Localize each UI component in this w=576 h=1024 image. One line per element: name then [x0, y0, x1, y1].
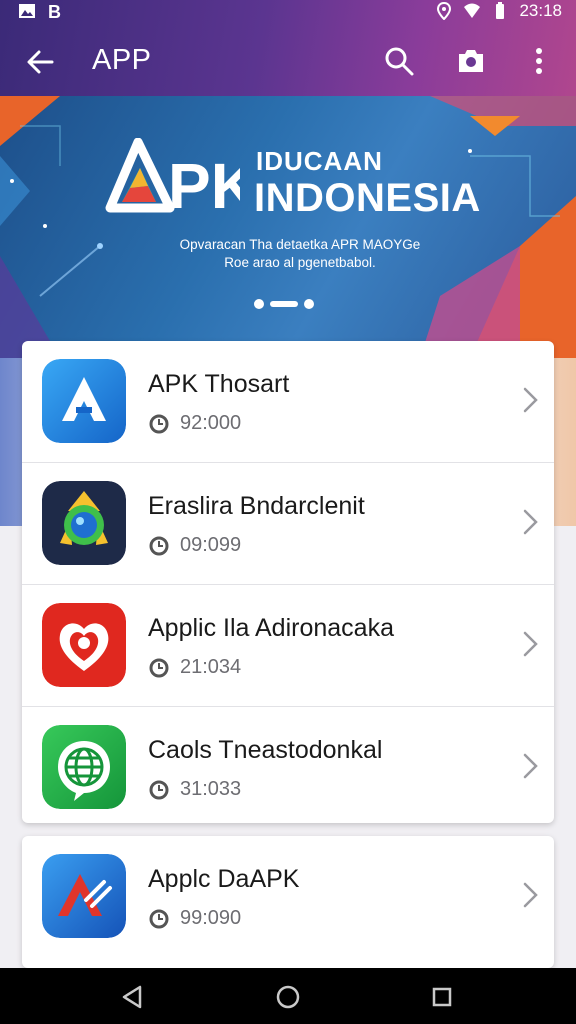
banner-headline: INDONESIA: [254, 176, 481, 220]
app-name: Applc DaAPK: [148, 865, 300, 893]
app-meta: 21:034: [148, 656, 241, 679]
app-name: Applic Ila Adironacaka: [148, 614, 394, 642]
app-name: APK Thosart: [148, 370, 290, 398]
banner-background-graphic: [0, 96, 576, 358]
clock-icon: [149, 658, 169, 677]
app-meta: 99:090: [148, 907, 241, 930]
apk-a-icon: [42, 854, 126, 938]
chevron-right-icon: [523, 753, 538, 779]
status-time: 23:18: [519, 1, 562, 20]
clock-icon: [149, 414, 169, 433]
system-nav-bar: [0, 968, 576, 1024]
banner-description-line: Roe arao al pgenetbabol.: [224, 255, 376, 270]
camera-icon[interactable]: [454, 44, 488, 78]
clock-icon: [149, 536, 169, 555]
list-item[interactable]: Caols Tneastodonkal 31:033: [22, 707, 554, 823]
banner-subhead: IDUCAAN: [256, 146, 383, 176]
list-item[interactable]: APK Thosart 92:000: [22, 341, 554, 463]
chevron-right-icon: [523, 882, 538, 908]
wifi-icon: [464, 3, 481, 18]
carousel-dot[interactable]: [304, 299, 314, 309]
android-eye-icon: [42, 481, 126, 565]
promo-banner[interactable]: PK IDUCAAN INDONESIA Opvaracan Tha detae…: [0, 96, 576, 358]
globe-icon: [42, 725, 126, 809]
list-item[interactable]: Applc DaAPK 99:090: [22, 836, 554, 957]
app-name: Caols Tneastodonkal: [148, 736, 383, 764]
page-title: APP: [92, 44, 152, 76]
apk-store-icon: [42, 359, 126, 443]
location-icon: [437, 2, 452, 20]
app-meta-value: 09:099: [180, 534, 242, 556]
banner-description: Opvaracan Tha detaetka APR MAOYGe Roe ar…: [150, 236, 450, 272]
banner-description-line: Opvaracan Tha detaetka APR MAOYGe: [179, 237, 421, 252]
app-meta-value: 92:000: [180, 412, 242, 434]
app-meta: 09:099: [148, 534, 241, 557]
heart-shield-icon: [42, 603, 126, 687]
back-triangle-icon[interactable]: [118, 982, 148, 1012]
gallery-icon: [19, 4, 35, 18]
carousel-dot-active[interactable]: [270, 301, 298, 307]
b-app-icon: B: [48, 2, 61, 20]
status-bar: B 23:18: [0, 0, 576, 26]
list-item[interactable]: Applic Ila Adironacaka 21:034: [22, 585, 554, 707]
apk-logo-icon: PK: [105, 138, 240, 222]
chevron-right-icon: [523, 631, 538, 657]
app-name: Eraslira Bndarclenit: [148, 492, 365, 520]
home-circle-icon[interactable]: [273, 982, 303, 1012]
clock-icon: [149, 780, 169, 799]
logo-text: PK: [168, 150, 240, 222]
list-item[interactable]: Eraslira Bndarclenit 09:099: [22, 463, 554, 585]
chevron-right-icon: [523, 509, 538, 535]
chevron-right-icon: [523, 387, 538, 413]
carousel-indicator: [254, 299, 314, 309]
app-meta: 31:033: [148, 778, 241, 801]
app-bar: APP: [0, 30, 576, 94]
app-list-card: Applc DaAPK 99:090: [22, 836, 554, 968]
recents-square-icon[interactable]: [427, 982, 457, 1012]
search-icon[interactable]: [382, 44, 416, 78]
app-meta-value: 99:090: [180, 907, 242, 929]
app-list-card: APK Thosart 92:000 Eraslira Bndarclenit …: [22, 341, 554, 823]
svg-text:B: B: [48, 2, 61, 20]
app-meta-value: 21:034: [180, 656, 242, 678]
clock-icon: [149, 909, 169, 928]
app-meta: 92:000: [148, 412, 241, 435]
carousel-dot[interactable]: [254, 299, 264, 309]
more-vert-icon[interactable]: [522, 44, 556, 78]
app-meta-value: 31:033: [180, 778, 242, 800]
back-arrow-icon[interactable]: [22, 44, 58, 80]
battery-icon: [496, 2, 505, 19]
